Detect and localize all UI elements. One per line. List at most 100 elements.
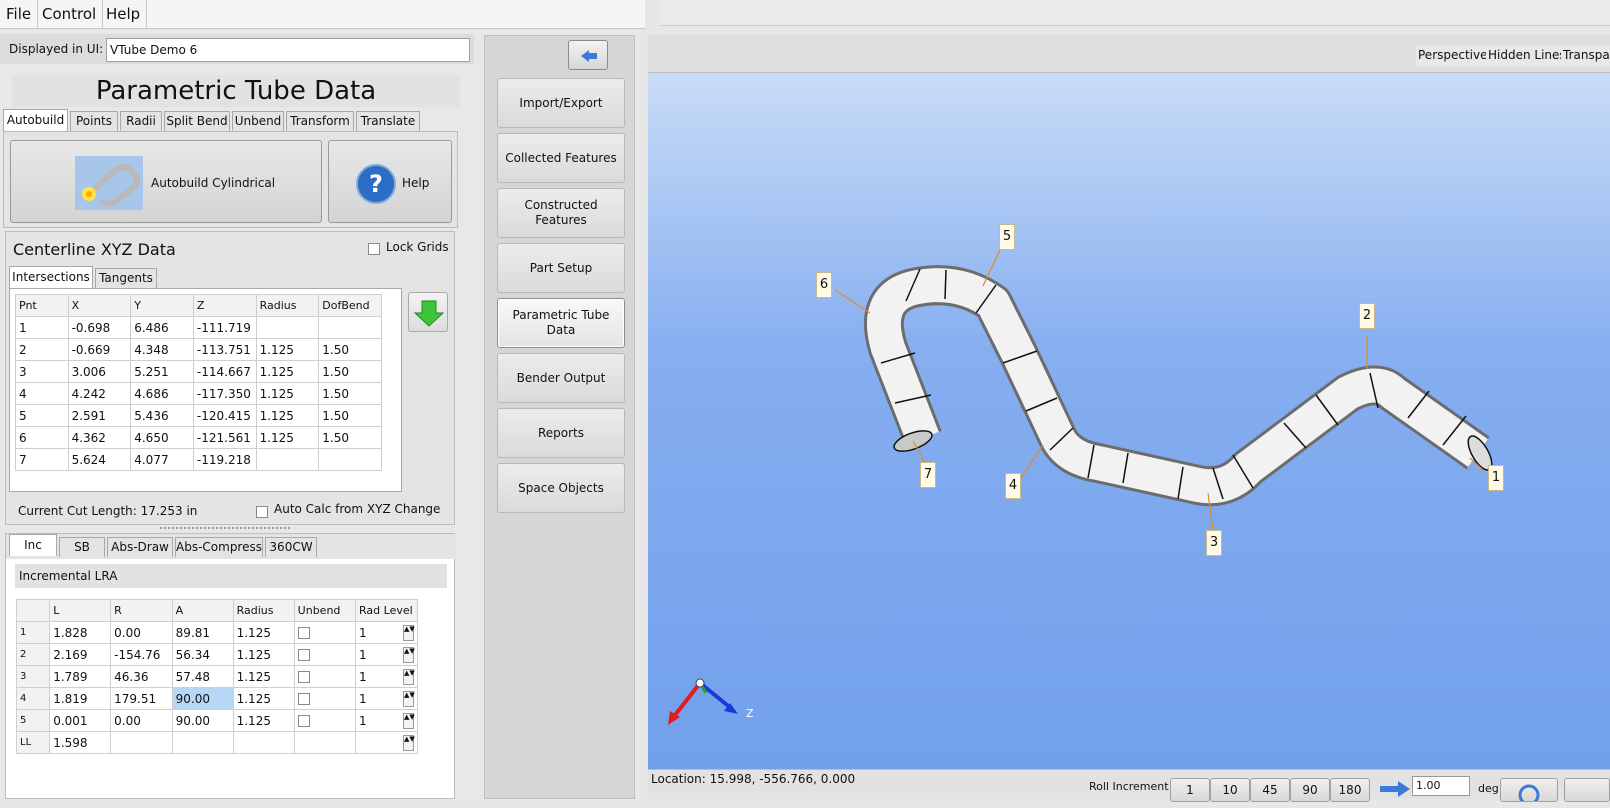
menu-file[interactable]: File [0,0,39,29]
column-header[interactable]: DofBend [318,294,382,317]
column-header[interactable]: Radius [255,294,320,317]
table-cell[interactable]: 1 ▲▼ [355,643,418,666]
table-cell[interactable]: 1.125 [255,382,320,405]
column-header[interactable]: Pnt [15,294,69,317]
checkbox[interactable] [297,715,310,727]
nav-parametric-tube-data[interactable]: Parametric Tube Data [497,298,625,348]
rad-level-stepper[interactable]: ▲▼ [403,735,415,751]
table-cell[interactable] [293,731,357,754]
table-cell[interactable]: 6 [15,426,69,449]
point-label-1[interactable]: 1 [1488,465,1504,491]
table-cell[interactable]: 1.50 [318,360,382,383]
table-cell[interactable]: -114.667 [192,360,257,383]
nav-reports[interactable]: Reports [497,408,625,458]
table-cell[interactable]: 1.125 [255,360,320,383]
nav-bender-output[interactable]: Bender Output [497,353,625,403]
table-cell[interactable]: 56.34 [171,643,234,666]
3d-viewport[interactable]: 1 2 3 4 5 6 7 Z [648,73,1610,769]
degree-input[interactable]: 1.00 [1412,776,1470,796]
unbend-checkbox[interactable] [293,665,357,688]
table-cell[interactable] [255,448,320,471]
column-header[interactable]: Y [130,294,194,317]
transparent-button[interactable]: Transpa [1561,45,1610,67]
table-cell[interactable]: 0.001 [49,709,112,732]
column-header[interactable]: Radius [232,599,295,622]
collapse-button[interactable] [568,40,608,70]
column-header[interactable]: X [67,294,132,317]
tab-split-bend[interactable]: Split Bend [164,111,230,131]
table-cell[interactable]: 90.00 [171,709,234,732]
table-cell[interactable]: 1.819 [49,687,112,710]
table-cell[interactable]: 4.686 [130,382,194,405]
table-cell[interactable]: 90.00 [171,687,234,710]
rad-level-stepper[interactable]: ▲▼ [403,647,415,663]
roll-inc-10-button[interactable]: 10 [1210,778,1250,802]
table-cell[interactable]: -113.751 [192,338,257,361]
nav-constructed-features[interactable]: Constructed Features [497,188,625,238]
roll-inc-90-button[interactable]: 90 [1290,778,1330,802]
roll-inc-45-button[interactable]: 45 [1250,778,1290,802]
table-cell[interactable]: -111.719 [192,316,257,339]
table-cell[interactable]: 1.50 [318,382,382,405]
tab-translate[interactable]: Translate [356,111,420,131]
nav-import-export[interactable]: Import/Export [497,78,625,128]
table-cell[interactable] [171,731,234,754]
point-label-3[interactable]: 3 [1206,530,1222,556]
tab-abs-draw[interactable]: Abs-Draw [107,537,173,557]
tab-abs-compress[interactable]: Abs-Compress [175,537,263,557]
row-number[interactable]: 5 [15,709,51,732]
roll-right-button[interactable] [1564,778,1610,802]
roll-left-button[interactable] [1500,778,1558,806]
table-cell[interactable]: 0.00 [110,621,173,644]
menu-help[interactable]: Help [100,0,148,29]
unbend-checkbox[interactable] [293,687,357,710]
column-header[interactable] [15,599,51,622]
table-cell[interactable]: 1.50 [318,338,382,361]
tab-inc[interactable]: Inc [9,534,57,556]
tab-intersections[interactable]: Intersections [9,266,93,288]
table-cell[interactable]: -0.698 [67,316,132,339]
nav-part-setup[interactable]: Part Setup [497,243,625,293]
table-cell[interactable]: 0.00 [110,709,173,732]
rad-level-stepper[interactable]: ▲▼ [403,691,415,707]
unbend-checkbox[interactable] [293,643,357,666]
row-number[interactable]: 3 [15,665,51,688]
table-cell[interactable]: 1 [15,316,69,339]
tab-sb[interactable]: SB [59,537,105,557]
table-cell[interactable] [318,448,382,471]
column-header[interactable]: Unbend [293,599,357,622]
table-cell[interactable]: ▲▼ [355,731,418,754]
tab-tangents[interactable]: Tangents [95,268,157,288]
table-cell[interactable]: 1.125 [255,426,320,449]
splitter-handle[interactable] [160,527,290,531]
point-label-6[interactable]: 6 [816,272,832,298]
checkbox[interactable] [297,671,310,683]
table-cell[interactable]: -117.350 [192,382,257,405]
table-cell[interactable]: 1 ▲▼ [355,621,418,644]
table-cell[interactable]: 179.51 [110,687,173,710]
table-cell[interactable]: 5 [15,404,69,427]
column-header[interactable]: Z [192,294,257,317]
roll-inc-1-button[interactable]: 1 [1170,778,1210,802]
table-cell[interactable]: 4 [15,382,69,405]
table-cell[interactable]: 2.591 [67,404,132,427]
table-cell[interactable]: -119.218 [192,448,257,471]
displayed-input[interactable]: VTube Demo 6 [106,38,470,62]
table-cell[interactable]: 1.828 [49,621,112,644]
table-cell[interactable]: 46.36 [110,665,173,688]
table-cell[interactable]: 89.81 [171,621,234,644]
table-cell[interactable]: 5.436 [130,404,194,427]
table-cell[interactable]: 57.48 [171,665,234,688]
point-label-7[interactable]: 7 [920,462,936,488]
table-cell[interactable]: 1.125 [232,621,295,644]
table-cell[interactable]: 5.624 [67,448,132,471]
table-cell[interactable] [110,731,173,754]
table-cell[interactable]: -0.669 [67,338,132,361]
tab-points[interactable]: Points [70,111,118,131]
table-cell[interactable]: 4.362 [67,426,132,449]
checkbox[interactable] [297,649,310,661]
table-cell[interactable]: -120.415 [192,404,257,427]
table-cell[interactable]: 5.251 [130,360,194,383]
row-number[interactable]: 2 [15,643,51,666]
column-header[interactable]: L [49,599,112,622]
